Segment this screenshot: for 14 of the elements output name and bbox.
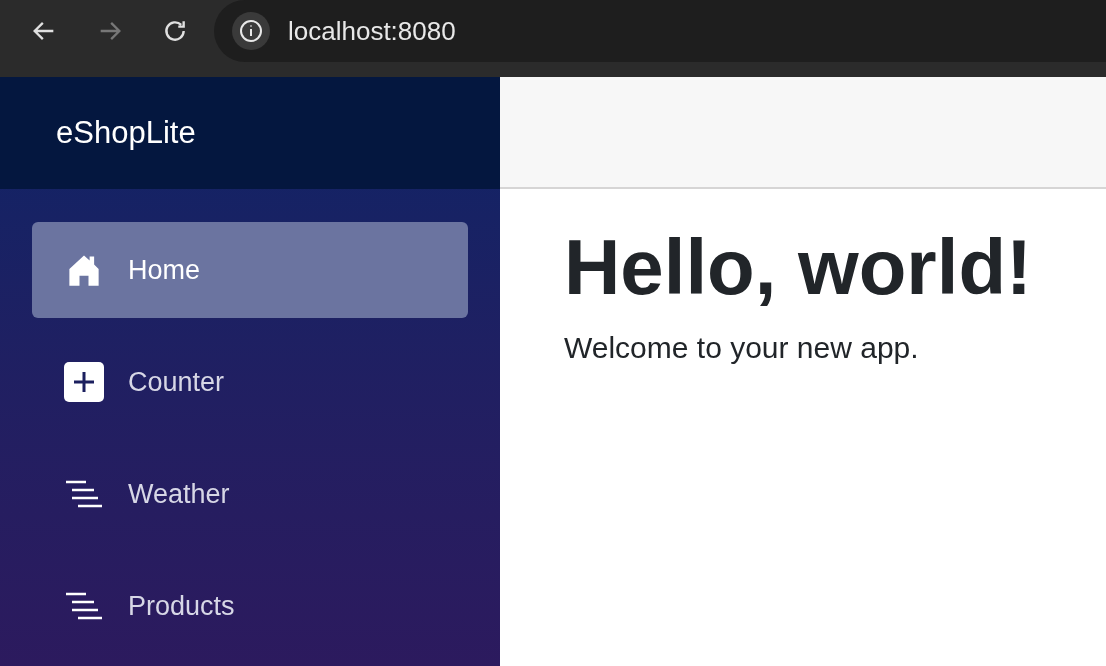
- nav-item[interactable]: Products: [32, 558, 468, 654]
- list-icon: [64, 592, 104, 620]
- reload-icon[interactable]: [162, 18, 188, 44]
- nav-item[interactable]: Weather: [32, 446, 468, 542]
- list-icon: [64, 480, 104, 508]
- nav-item[interactable]: Counter: [32, 334, 468, 430]
- address-bar[interactable]: localhost:8080: [214, 0, 1106, 62]
- page-heading: Hello, world!: [564, 222, 1033, 313]
- url-text: localhost:8080: [288, 14, 456, 48]
- plus-square-icon: [64, 362, 104, 402]
- brand-name[interactable]: eShopLite: [56, 109, 196, 157]
- info-icon[interactable]: [232, 12, 270, 50]
- nav-item[interactable]: Home: [32, 222, 468, 318]
- welcome-text: Welcome to your new app.: [564, 329, 920, 366]
